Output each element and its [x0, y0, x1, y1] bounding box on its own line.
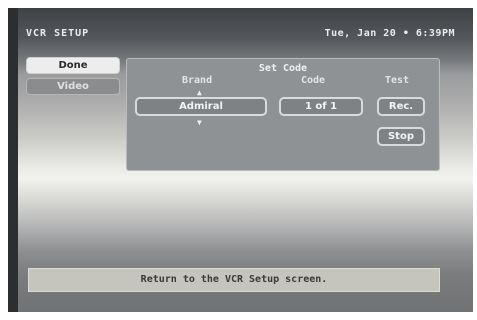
brand-down-arrow-icon[interactable]: ▼ [197, 119, 202, 127]
rec-button[interactable]: Rec. [377, 97, 425, 116]
status-message: Return to the VCR Setup screen. [28, 268, 440, 292]
stop-button[interactable]: Stop [377, 127, 425, 146]
video-button[interactable]: Video [26, 78, 120, 95]
page-title: VCR SETUP [26, 28, 90, 39]
test-header: Test [385, 75, 410, 86]
brand-header: Brand [182, 75, 213, 86]
panel-title: Set Code [258, 63, 308, 74]
screen-bezel [8, 8, 18, 312]
code-header: Code [301, 75, 326, 86]
date-time: Tue, Jan 20 • 6:39PM [324, 28, 455, 39]
brand-selector[interactable]: Admiral [135, 97, 267, 116]
done-button[interactable]: Done [26, 57, 120, 74]
code-selector[interactable]: 1 of 1 [279, 97, 363, 116]
brand-up-arrow-icon[interactable]: ▲ [197, 89, 202, 97]
set-code-panel: Set Code Brand Code Test ▲ Admiral ▼ 1 o… [126, 58, 440, 171]
